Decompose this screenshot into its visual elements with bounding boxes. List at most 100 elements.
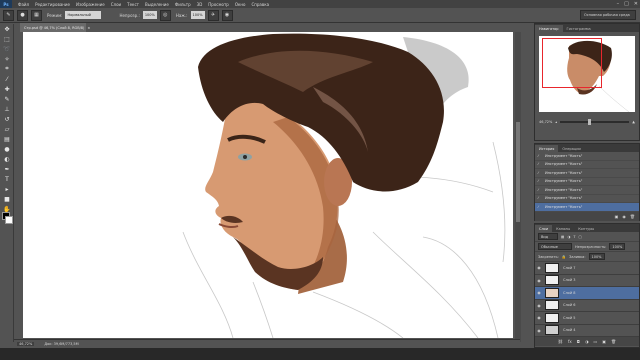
mask-icon[interactable]: ◘ <box>577 339 580 344</box>
move-tool-icon[interactable]: ✥ <box>1 24 13 34</box>
zoom-in-icon[interactable]: ▲ <box>632 120 635 124</box>
layer-filter-select[interactable]: Вид <box>538 233 558 240</box>
clone-stamp-tool-icon[interactable]: ⊥ <box>1 104 13 114</box>
lasso-tool-icon[interactable]: ➰ <box>1 44 13 54</box>
tab-histogram[interactable]: Гистограмма <box>563 25 595 32</box>
doc-size[interactable]: Док: 39,6M/773,5M <box>44 342 78 346</box>
history-item-selected[interactable]: ⁄ Инструмент "Кисть" <box>535 203 639 212</box>
layer-row[interactable]: ◉ Слой 6 <box>535 300 639 312</box>
crop-tool-icon[interactable]: ⌗ <box>1 64 13 74</box>
canvas[interactable] <box>23 32 513 338</box>
minimize-icon[interactable]: – <box>617 1 620 7</box>
brush-preset-icon[interactable]: ● <box>17 9 28 21</box>
history-item[interactable]: ⁄ Инструмент "Кисть" <box>535 178 639 186</box>
filter-type-icon[interactable]: T <box>573 235 575 239</box>
eye-icon[interactable]: ◉ <box>535 315 543 320</box>
dodge-tool-icon[interactable]: ◐ <box>1 154 13 164</box>
eyedropper-tool-icon[interactable]: ⁄ <box>1 74 13 84</box>
pressure-opacity-icon[interactable]: ◎ <box>159 9 171 21</box>
layer-fill-field[interactable]: 100% <box>588 253 605 260</box>
menu-text[interactable]: Текст <box>127 2 139 7</box>
type-tool-icon[interactable]: T <box>1 174 13 184</box>
eraser-tool-icon[interactable]: ▱ <box>1 124 13 134</box>
filter-adjust-icon[interactable]: ◑ <box>567 235 570 239</box>
menu-layers[interactable]: Слои <box>111 2 121 7</box>
menu-help[interactable]: Справка <box>251 2 269 7</box>
zoom-field[interactable]: 46,72% <box>17 342 35 346</box>
healing-tool-icon[interactable]: ✚ <box>1 84 13 94</box>
menu-file[interactable]: Файл <box>18 2 29 7</box>
trash-icon[interactable]: 🗑 <box>630 214 635 219</box>
lock-icon[interactable]: 🔒 <box>562 255 566 259</box>
navigator-view-rect[interactable] <box>542 38 602 88</box>
path-select-tool-icon[interactable]: ▸ <box>1 184 13 194</box>
blend-mode-select[interactable]: Обычные <box>538 243 572 250</box>
menu-edit[interactable]: Редактирование <box>35 2 70 7</box>
folder-icon[interactable]: ▭ <box>593 339 597 344</box>
tab-layers[interactable]: Слои <box>535 225 553 232</box>
tab-history[interactable]: История <box>535 145 559 152</box>
close-document-icon[interactable]: × <box>87 26 90 30</box>
layer-row-selected[interactable]: ◉ Слой 8 <box>535 287 639 300</box>
brush-panel-icon[interactable]: ▦ <box>31 9 42 21</box>
flow-field[interactable]: 100% <box>190 11 205 19</box>
menu-image[interactable]: Изображение <box>76 2 105 7</box>
shape-tool-icon[interactable]: ■ <box>1 194 13 204</box>
marquee-tool-icon[interactable]: ⬚ <box>1 34 13 44</box>
filter-pixel-icon[interactable]: ▦ <box>561 235 564 239</box>
history-brush-tool-icon[interactable]: ↺ <box>1 114 13 124</box>
menu-select[interactable]: Выделение <box>145 2 169 7</box>
zoom-slider-knob[interactable] <box>587 119 591 125</box>
pen-tool-icon[interactable]: ✒ <box>1 164 13 174</box>
new-document-from-state-icon[interactable]: ▣ <box>615 214 619 219</box>
tab-channels[interactable]: Каналы <box>552 225 574 232</box>
maximize-icon[interactable]: □ <box>624 1 629 7</box>
adjustment-icon[interactable]: ◑ <box>585 339 589 344</box>
layer-row[interactable]: ◉ Слой 7 <box>535 262 639 275</box>
menu-window[interactable]: Окно <box>235 2 246 7</box>
pressure-size-icon[interactable]: ◉ <box>221 9 233 21</box>
brush-tool-icon[interactable]: ✎ <box>3 9 14 21</box>
trash-icon[interactable]: 🗑 <box>611 339 616 344</box>
snapshot-icon[interactable]: ◉ <box>622 214 626 219</box>
blur-tool-icon[interactable]: ● <box>1 144 13 154</box>
background-color-swatch[interactable] <box>5 216 13 224</box>
layer-row[interactable]: ◉ Слой 4 <box>535 325 639 337</box>
history-item[interactable]: ⁄ Инструмент "Кисть" <box>535 161 639 169</box>
close-icon[interactable]: ✕ <box>634 1 638 7</box>
menu-filter[interactable]: Фильтр <box>175 2 191 7</box>
layer-opacity-field[interactable]: 100% <box>609 243 626 250</box>
zoom-out-icon[interactable]: ▴ <box>555 120 557 124</box>
filter-shape-icon[interactable]: ▢ <box>579 235 582 239</box>
mode-select[interactable]: Нормальный <box>65 11 102 19</box>
history-item[interactable]: ⁄ Инструмент "Кисть" <box>535 195 639 203</box>
new-layer-icon[interactable]: ▣ <box>602 339 606 344</box>
canvas-vertical-scrollbar[interactable] <box>515 32 521 342</box>
layer-row[interactable]: ◉ Слой 5 <box>535 312 639 325</box>
workspace-select[interactable]: Основная рабочая среда <box>580 10 636 20</box>
history-item[interactable]: ⁄ Инструмент "Кисть" <box>535 152 639 161</box>
eye-icon[interactable]: ◉ <box>535 328 543 333</box>
document-tab[interactable]: Cтр.psd @ 46,7% (Слой 8, RGB/8) × <box>20 23 90 32</box>
navigator-zoom-value[interactable]: 46,72% <box>539 120 552 124</box>
airbrush-icon[interactable]: ✈ <box>207 9 219 21</box>
tab-actions[interactable]: Операции <box>558 145 585 152</box>
layer-row[interactable]: ◉ Слой 3 <box>535 275 639 287</box>
menu-3d[interactable]: 3D <box>197 2 203 7</box>
link-icon[interactable]: ⛓ <box>558 339 563 344</box>
scrollbar-thumb[interactable] <box>516 122 520 222</box>
eye-icon[interactable]: ◉ <box>535 290 543 295</box>
eye-icon[interactable]: ◉ <box>535 265 543 270</box>
zoom-slider[interactable] <box>560 119 630 125</box>
eye-icon[interactable]: ◉ <box>535 303 543 308</box>
gradient-tool-icon[interactable]: ▤ <box>1 134 13 144</box>
tab-paths[interactable]: Контуры <box>574 225 598 232</box>
tab-navigator[interactable]: Навигатор <box>535 25 563 32</box>
quick-select-tool-icon[interactable]: ✧ <box>1 54 13 64</box>
opacity-field[interactable]: 100% <box>142 11 157 19</box>
history-item[interactable]: ⁄ Инструмент "Кисть" <box>535 169 639 178</box>
navigator-preview[interactable] <box>539 36 635 112</box>
history-item[interactable]: ⁄ Инструмент "Кисть" <box>535 186 639 195</box>
menu-view[interactable]: Просмотр <box>208 2 229 7</box>
eye-icon[interactable]: ◉ <box>535 278 543 283</box>
